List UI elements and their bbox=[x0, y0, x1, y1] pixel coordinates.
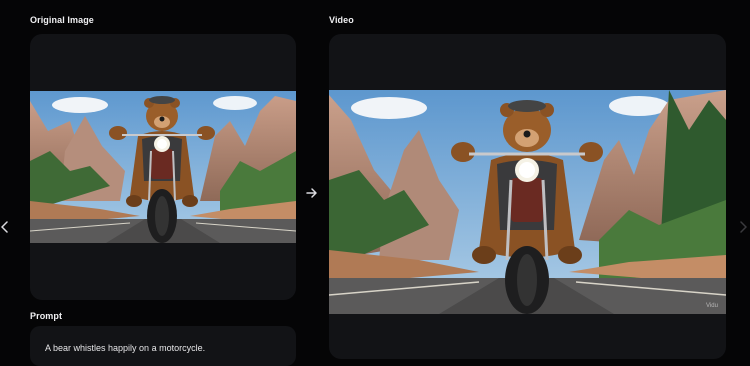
prompt-title: Prompt bbox=[30, 311, 63, 321]
video-watermark: Vidu bbox=[706, 303, 718, 309]
video-title: Video bbox=[329, 15, 354, 25]
original-image[interactable] bbox=[30, 91, 296, 243]
video-player[interactable] bbox=[329, 90, 726, 314]
bear-motorcycle-picture bbox=[30, 91, 296, 243]
original-image-title: Original Image bbox=[30, 15, 94, 25]
chevron-right-icon[interactable] bbox=[738, 219, 748, 235]
chevron-left-icon[interactable] bbox=[0, 219, 10, 235]
bear-motorcycle-video-frame bbox=[329, 90, 726, 314]
prompt-text: A bear whistles happily on a motorcycle. bbox=[45, 343, 206, 353]
arrow-right-icon bbox=[304, 185, 320, 201]
